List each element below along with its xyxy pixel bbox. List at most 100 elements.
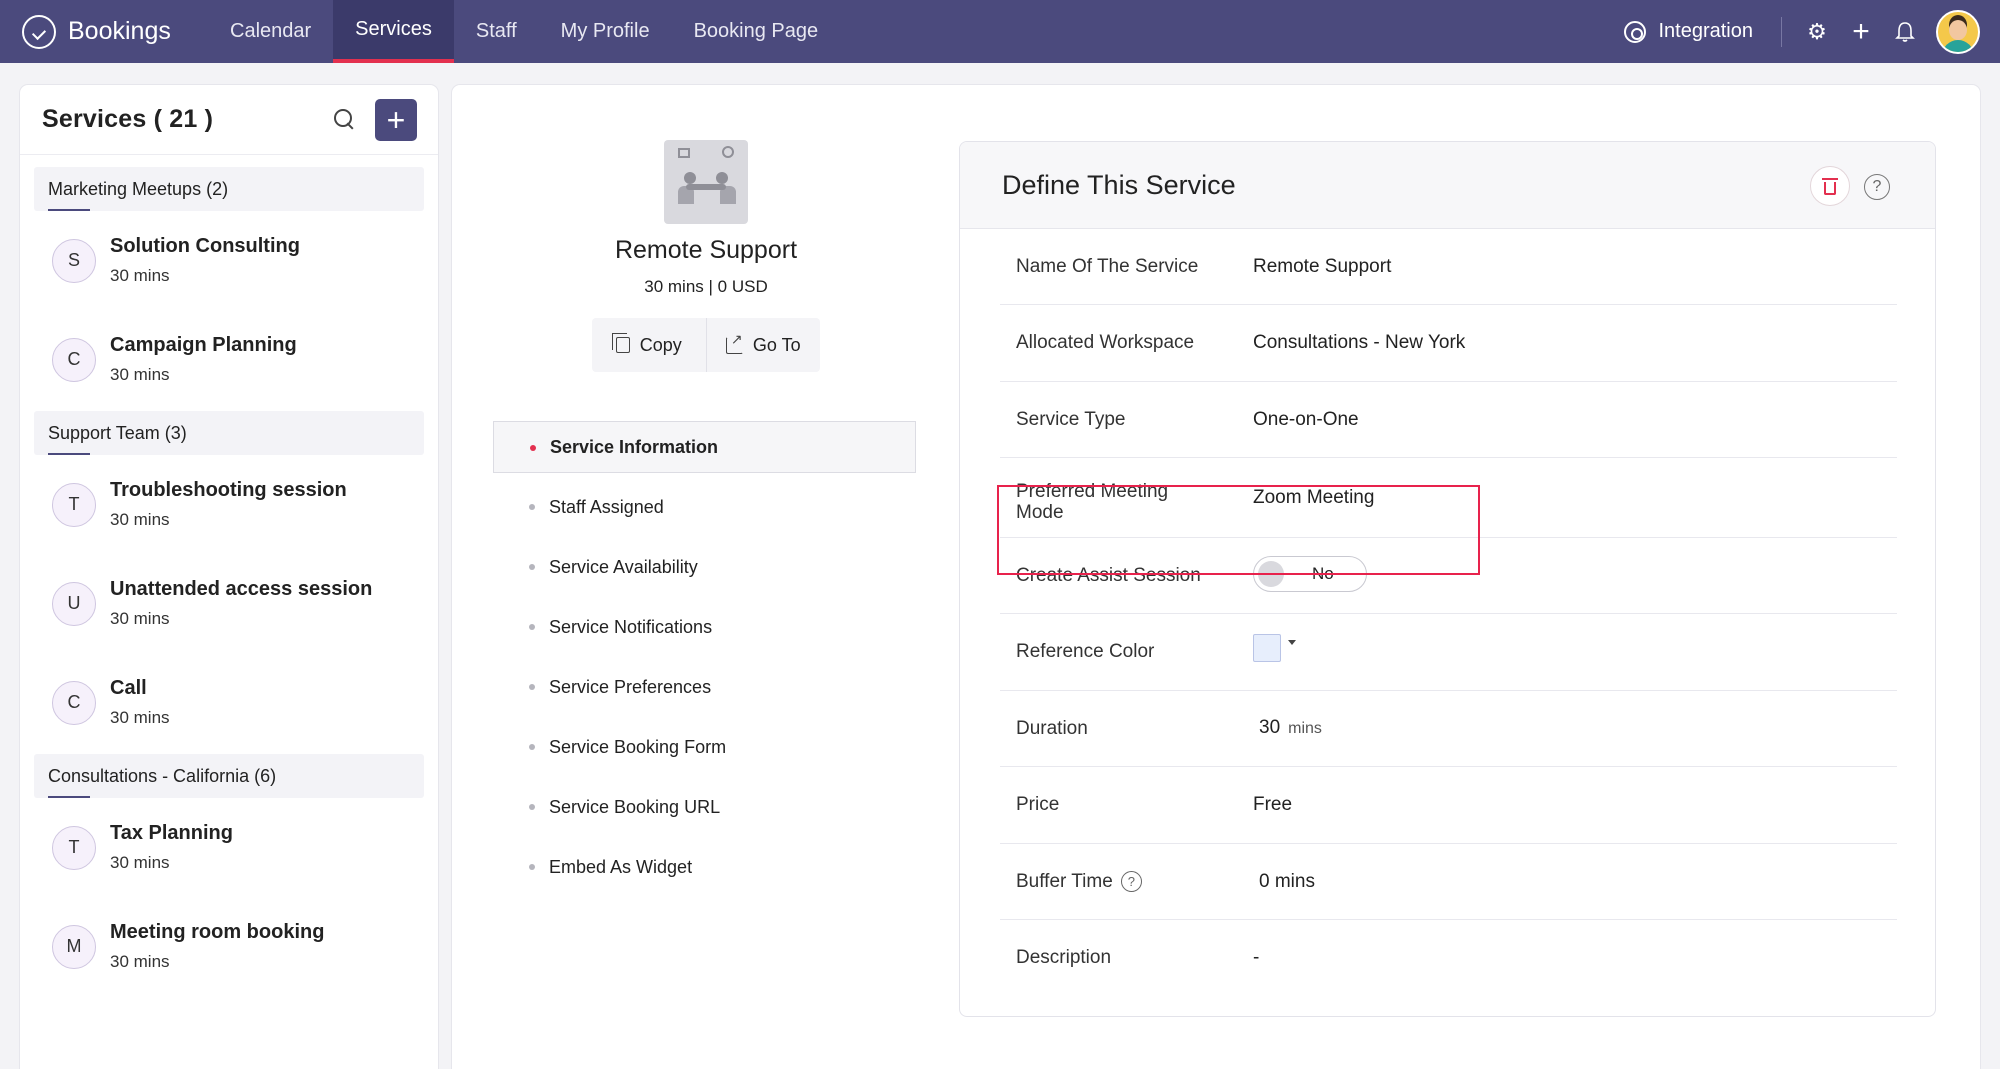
service-avatar: M [52,924,96,969]
workspace-value[interactable]: Consultations - New York [1253,332,1465,354]
bookings-logo-icon [22,14,56,49]
delete-button[interactable] [1810,166,1850,206]
clock-icon [722,146,734,158]
brand[interactable]: Bookings [22,14,208,49]
service-list-item[interactable]: T Troubleshooting session 30 mins [20,455,438,554]
section-service-preferences[interactable]: Service Preferences [493,657,916,717]
define-service-card: Define This Service ? Name Of The Servic… [959,141,1936,1017]
field-service-type: Service Type One-on-One [1000,382,1897,458]
gear-icon[interactable]: ⚙ [1804,19,1830,45]
user-avatar[interactable] [1936,9,1980,54]
service-list-item[interactable]: M Meeting room booking 30 mins [20,897,438,996]
section-embed-as-widget[interactable]: Embed As Widget [493,837,916,897]
field-label: Reference Color [1016,641,1155,662]
section-service-availability[interactable]: Service Availability [493,537,916,597]
service-avatar: U [52,581,96,626]
service-name: Troubleshooting session [110,479,347,501]
field-label: Name Of The Service [1016,256,1199,277]
field-label: Allocated Workspace [1016,332,1195,353]
section-service-booking-url[interactable]: Service Booking URL [493,777,916,837]
copy-icon [611,333,630,353]
service-duration: 30 mins [110,510,170,529]
app-name: Bookings [68,17,171,45]
services-panel-title: Services ( 21 ) [42,105,214,133]
section-staff-assigned[interactable]: Staff Assigned [493,477,916,537]
field-allocated-workspace: Allocated Workspace Consultations - New … [1000,305,1897,382]
services-panel-header: Services ( 21 ) + [20,85,438,155]
field-duration: Duration 30 mins [1000,691,1897,767]
service-duration: 30 mins [110,365,170,384]
duration-value[interactable]: 30 mins [1259,717,1322,739]
nav-my-profile[interactable]: My Profile [539,0,672,63]
field-label: Description [1016,947,1112,968]
service-avatar: T [52,482,96,527]
copy-label: Copy [639,334,682,355]
integration-label: Integration [1658,20,1753,42]
integration-link[interactable]: Integration [1624,20,1753,43]
service-duration: 30 mins [110,266,170,285]
top-navigation-bar: Bookings Calendar Services Staff My Prof… [0,0,2000,63]
search-icon[interactable] [333,108,357,132]
service-duration: 30 mins [110,853,170,872]
divider [1781,16,1782,47]
nav-booking-page[interactable]: Booking Page [672,0,841,63]
description-value[interactable]: - [1253,947,1259,969]
field-service-name: Name Of The Service Remote Support [1000,229,1897,305]
bell-icon[interactable] [1892,19,1918,45]
go-to-button[interactable]: Go To [705,318,821,372]
plus-icon[interactable]: + [1848,15,1874,48]
service-actions: Copy Go To [592,318,820,372]
field-label: Buffer Time? [1016,871,1142,892]
define-service-title: Define This Service [1002,169,1236,200]
caret-down-icon[interactable] [1288,640,1296,645]
nav-staff[interactable]: Staff [454,0,539,63]
service-title: Remote Support [614,236,798,264]
nav-calendar[interactable]: Calendar [208,0,333,63]
service-name: Campaign Planning [110,334,297,356]
section-service-notifications[interactable]: Service Notifications [493,597,916,657]
help-icon[interactable]: ? [1864,174,1890,200]
service-avatar: C [52,337,96,382]
define-service-header: Define This Service ? [960,142,1935,229]
field-label: Price [1016,794,1060,815]
service-meta: 30 mins | 0 USD [644,277,768,296]
group-header[interactable]: Support Team (3) [34,411,424,455]
price-value[interactable]: Free [1253,794,1292,816]
service-image[interactable] [664,140,748,224]
service-list-item[interactable]: S Solution Consulting 30 mins [20,211,438,310]
section-service-information[interactable]: Service Information [493,421,916,473]
field-description: Description - [1000,920,1897,1016]
top-right-actions: Integration ⚙ + [1624,0,2000,63]
service-name: Meeting room booking [110,921,325,943]
service-name-value[interactable]: Remote Support [1253,256,1391,278]
main-nav: Calendar Services Staff My Profile Booki… [208,0,840,63]
info-icon[interactable]: ? [1120,871,1142,892]
reference-color-swatch[interactable] [1253,634,1281,662]
field-buffer-time: Buffer Time? 0 mins [1000,844,1897,920]
group-header[interactable]: Marketing Meetups (2) [34,167,424,211]
section-service-booking-form[interactable]: Service Booking Form [493,717,916,777]
service-avatar: C [52,680,96,725]
add-service-button[interactable]: + [375,99,417,141]
field-label: Service Type [1016,409,1126,430]
trash-icon [1822,177,1838,195]
service-list-item[interactable]: C Call 30 mins [20,653,438,752]
nav-services[interactable]: Services [333,0,454,63]
group-header[interactable]: Consultations - California (6) [34,754,424,798]
service-type-value[interactable]: One-on-One [1253,409,1359,431]
field-price: Price Free [1000,767,1897,844]
service-list-item[interactable]: U Unattended access session 30 mins [20,554,438,653]
service-duration: 30 mins [110,708,170,727]
service-name: Solution Consulting [110,235,300,257]
service-duration: 30 mins [110,609,170,628]
services-panel: Services ( 21 ) + Marketing Meetups (2) … [20,85,438,1069]
service-list-item[interactable]: T Tax Planning 30 mins [20,798,438,897]
service-duration: 30 mins [110,952,170,971]
copy-button[interactable]: Copy [592,318,706,372]
buffer-time-value[interactable]: 0 mins [1259,871,1315,893]
service-name: Unattended access session [110,578,373,600]
field-label: Duration [1016,718,1088,739]
service-avatar: T [52,825,96,870]
service-section-nav: Service Information Staff Assigned Servi… [493,421,916,897]
service-list-item[interactable]: C Campaign Planning 30 mins [20,310,438,409]
